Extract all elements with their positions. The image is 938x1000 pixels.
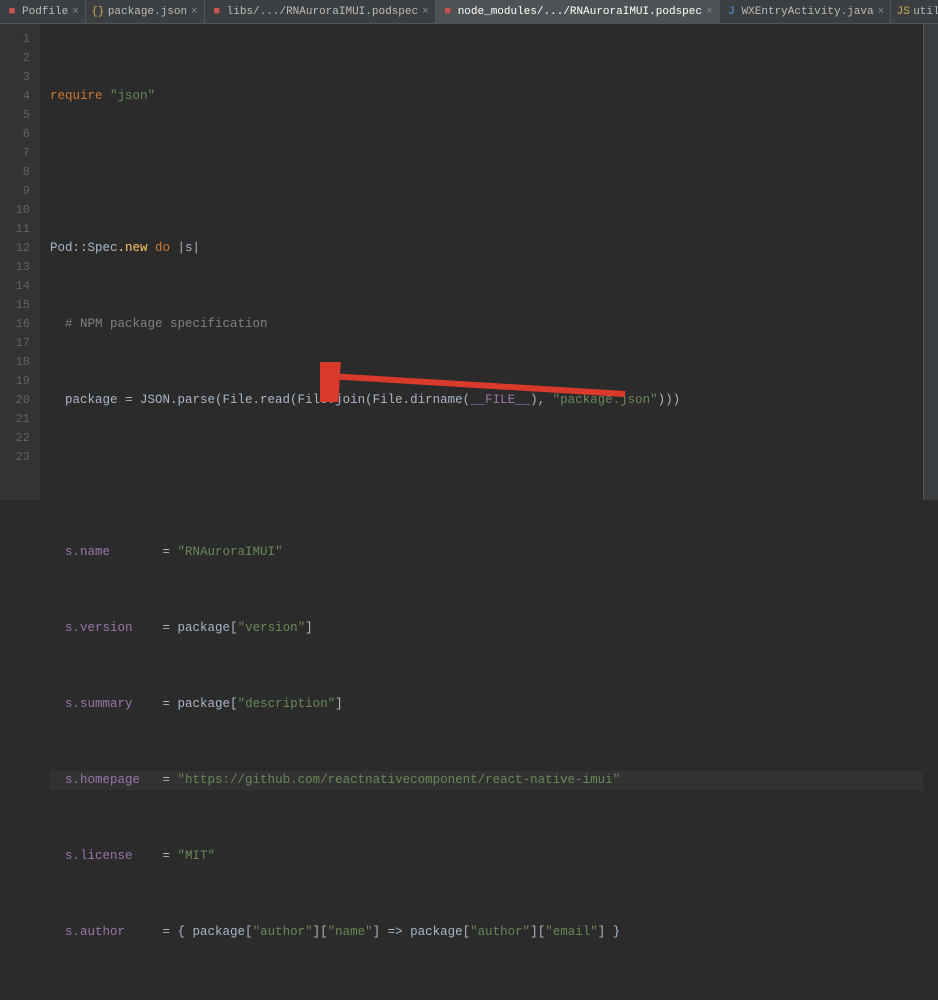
vertical-scrollbar[interactable] [924,24,938,500]
keyword-token: require [50,89,103,103]
editor-tab[interactable]: ■ node_modules/.../RNAuroraIMUI.podspec × [436,0,720,23]
file-type-icon: {} [92,6,104,18]
editor-area: 1234567891011121314151617181920212223 re… [0,24,938,500]
close-icon[interactable]: × [706,6,713,18]
close-icon[interactable]: × [422,6,429,18]
code-line [50,467,923,486]
editor-tab[interactable]: {} package.json × [86,0,205,23]
file-type-icon: JS [897,6,909,18]
code-line: require "json" [50,87,923,106]
line-number: 8 [0,163,30,182]
code-line: s.version = package["version"] [50,619,923,638]
line-number: 22 [0,429,30,448]
close-icon[interactable]: × [72,6,79,18]
line-number: 17 [0,334,30,353]
line-number: 5 [0,106,30,125]
line-number-gutter: 1234567891011121314151617181920212223 [0,24,40,500]
line-number: 1 [0,30,30,49]
code-line: package = JSON.parse(File.read(File.join… [50,391,923,410]
editor-tab[interactable]: ■ libs/.../RNAuroraIMUI.podspec × [205,0,436,23]
line-number: 15 [0,296,30,315]
file-type-icon: J [726,6,738,18]
code-line: s.name = "RNAuroraIMUI" [50,543,923,562]
line-number: 23 [0,448,30,467]
code-content[interactable]: require "json" Pod::Spec.new do |s| # NP… [40,24,924,500]
file-type-icon: ■ [6,6,18,18]
file-type-icon: ■ [211,6,223,18]
file-type-icon: ■ [442,6,454,18]
close-icon[interactable]: × [878,6,885,18]
editor-tabs-bar: ■ Podfile × {} package.json × ■ libs/.../RNAuro… [0,0,938,24]
editor-tab[interactable]: JSutil.js× [891,0,938,23]
line-number: 16 [0,315,30,334]
tab-label: WXEntryActivity.java [742,6,874,18]
editor-tab[interactable]: J WXEntryActivity.java × [720,0,892,23]
line-number: 14 [0,277,30,296]
line-number: 12 [0,239,30,258]
line-number: 13 [0,258,30,277]
editor-tab[interactable]: ■ Podfile × [0,0,86,23]
line-number: 11 [0,220,30,239]
line-number: 18 [0,353,30,372]
code-line: s.summary = package["description"] [50,695,923,714]
code-line: s.license = "MIT" [50,847,923,866]
code-line: s.author = { package["author"]["name"] =… [50,923,923,942]
line-number: 21 [0,410,30,429]
string-token: "json" [110,89,155,103]
code-line: Pod::Spec.new do |s| [50,239,923,258]
tab-label: Podfile [22,6,68,18]
code-line-current: s.homepage = "https://github.com/reactna… [50,771,923,790]
line-number: 4 [0,87,30,106]
line-number: 20 [0,391,30,410]
code-line [50,163,923,182]
tab-label: util.js [913,6,938,18]
line-number: 10 [0,201,30,220]
tab-label: node_modules/.../RNAuroraIMUI.podspec [458,6,702,18]
code-line: # NPM package specification [50,315,923,334]
line-number: 9 [0,182,30,201]
line-number: 19 [0,372,30,391]
line-number: 3 [0,68,30,87]
line-number: 7 [0,144,30,163]
line-number: 2 [0,49,30,68]
code-line: s.platforms = { :ios => "9.0", :tvos => … [50,999,923,1000]
tab-label: libs/.../RNAuroraIMUI.podspec [227,6,418,18]
comment-token: # NPM package specification [65,317,268,331]
close-icon[interactable]: × [191,6,198,18]
tab-label: package.json [108,6,187,18]
line-number: 6 [0,125,30,144]
